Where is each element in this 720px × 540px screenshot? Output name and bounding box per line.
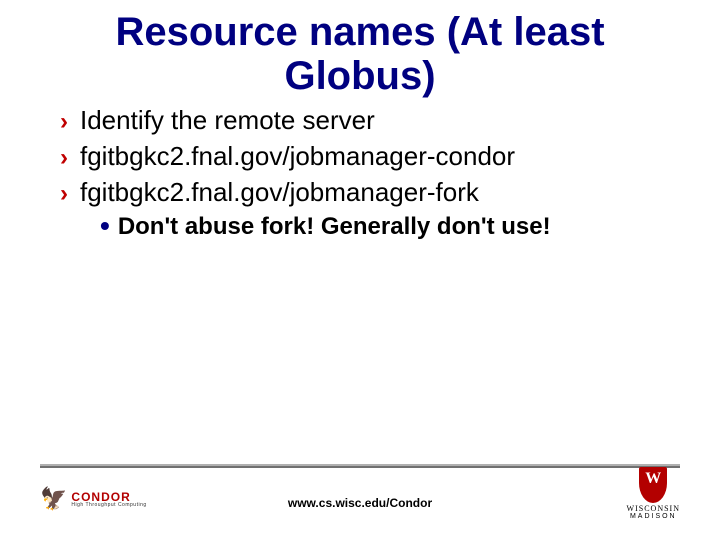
uw-logo: WISCONSIN MADISON: [627, 467, 680, 520]
uw-text: WISCONSIN: [627, 505, 680, 513]
bullet-text: fgitbgkc2.fnal.gov/jobmanager-condor: [80, 140, 515, 174]
footer-divider: [40, 464, 680, 468]
bullet-item-2: › fgitbgkc2.fnal.gov/jobmanager-condor: [60, 140, 680, 174]
sub-bullet-1: • Don't abuse fork! Generally don't use!: [100, 211, 680, 242]
chevron-icon: ›: [60, 108, 68, 137]
uw-crest-icon: [639, 467, 667, 503]
bullet-item-1: › Identify the remote server: [60, 104, 680, 138]
title-line-1: Resource names (At least: [115, 10, 604, 54]
bullet-item-3: › fgitbgkc2.fnal.gov/jobmanager-fork: [60, 176, 680, 210]
bullet-text: fgitbgkc2.fnal.gov/jobmanager-fork: [80, 176, 479, 210]
chevron-icon: ›: [60, 144, 68, 173]
slide-body: › Identify the remote server › fgitbgkc2…: [0, 98, 720, 243]
title-line-2: Globus): [284, 54, 435, 98]
bullet-text: Identify the remote server: [80, 104, 375, 138]
slide-title: Resource names (At least Globus): [0, 0, 720, 98]
chevron-icon: ›: [60, 180, 68, 209]
bullet-dot-icon: •: [100, 213, 110, 238]
sub-bullet-text: Don't abuse fork! Generally don't use!: [118, 211, 551, 242]
footer-url: www.cs.wisc.edu/Condor: [0, 496, 720, 510]
uw-madison-text: MADISON: [630, 513, 677, 520]
